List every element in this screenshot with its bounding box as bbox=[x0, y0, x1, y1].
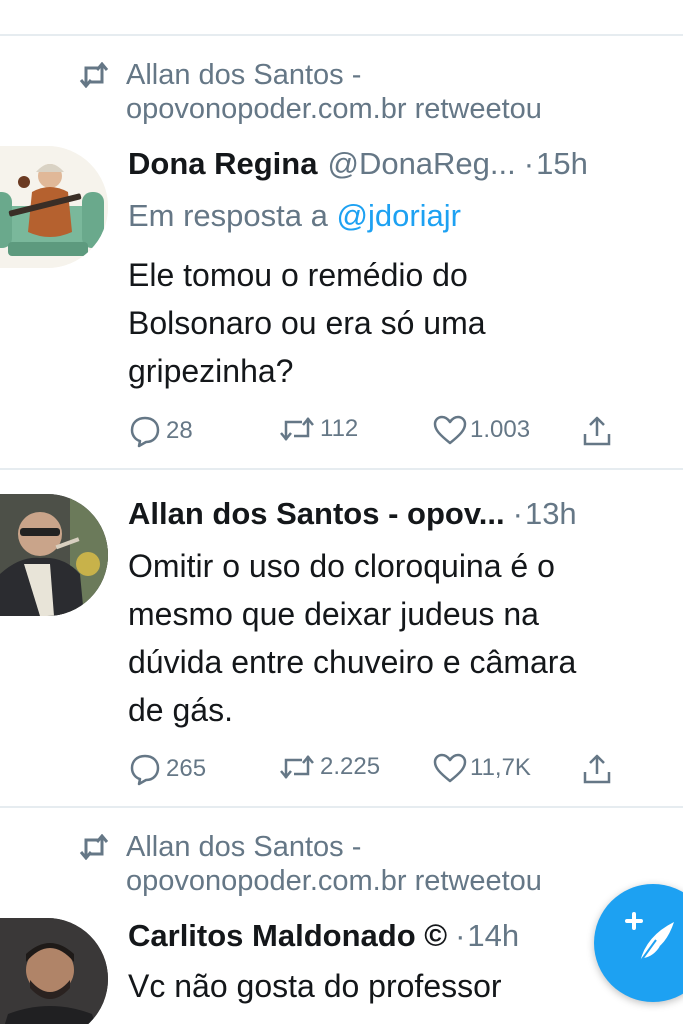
tweet-header: Allan dos Santos - opov... · 13h bbox=[128, 494, 577, 534]
retweet-indicator: Allan dos Santos - opovonopoder.com.br r… bbox=[78, 58, 542, 126]
retweet-by-line1: Allan dos Santos - bbox=[126, 59, 362, 91]
tweet-text: Omitir o uso do cloroquina é o mesmo que… bbox=[128, 548, 577, 728]
time-separator: · bbox=[512, 496, 523, 531]
like-count: 1.003 bbox=[470, 416, 531, 443]
reply-icon bbox=[130, 754, 160, 786]
retweet-icon bbox=[280, 755, 314, 779]
reply-count: 265 bbox=[166, 755, 207, 782]
avatar-photo-image bbox=[0, 918, 108, 1024]
reply-context: Em resposta a @jdoriajr bbox=[128, 196, 461, 236]
retweet-by-line2: opovonopoder.com.br retweetou bbox=[126, 93, 542, 125]
avatar-photo-image bbox=[0, 494, 108, 616]
retweet-icon bbox=[79, 834, 109, 860]
tweet-card[interactable]: Allan dos Santos - opov... · 13h Omitir … bbox=[0, 470, 683, 806]
avatar[interactable] bbox=[0, 494, 108, 616]
tweet-text: Vc não gosta do professor bbox=[128, 968, 502, 1004]
heart-icon bbox=[433, 753, 467, 783]
retweet-icon bbox=[280, 417, 314, 441]
share-button[interactable] bbox=[580, 752, 614, 786]
share-icon bbox=[583, 416, 611, 446]
retweet-indicator: Allan dos Santos - opovonopoder.com.br r… bbox=[78, 830, 542, 898]
reply-button[interactable]: 28 bbox=[128, 414, 193, 448]
author-name[interactable]: Carlitos Maldonado © bbox=[128, 916, 447, 956]
retweet-by-line1: Allan dos Santos - bbox=[126, 831, 362, 863]
avatar[interactable] bbox=[0, 918, 108, 1024]
reply-count: 28 bbox=[166, 417, 193, 444]
retweet-by-line2: opovonopoder.com.br retweetou bbox=[126, 865, 542, 897]
tweet-time: 14h bbox=[467, 918, 520, 953]
share-button[interactable] bbox=[580, 414, 614, 448]
tweet-card[interactable]: Allan dos Santos - opovonopoder.com.br r… bbox=[0, 808, 683, 1024]
tweet-actions: 28 112 1.003 bbox=[128, 414, 628, 450]
reply-button[interactable]: 265 bbox=[128, 752, 206, 786]
retweet-button[interactable]: 112 bbox=[278, 414, 358, 444]
reply-icon bbox=[130, 416, 160, 448]
heart-icon bbox=[433, 415, 467, 445]
tweet-header: Dona Regina @DonaReg... · 15h bbox=[128, 144, 588, 184]
reply-prefix: Em resposta a bbox=[128, 198, 337, 233]
retweet-count: 112 bbox=[320, 415, 359, 442]
tweet-card[interactable]: Allan dos Santos - opovonopoder.com.br r… bbox=[0, 36, 683, 468]
like-button[interactable]: 11,7K bbox=[432, 752, 531, 784]
tweet-time: 13h bbox=[524, 496, 577, 531]
retweet-icon bbox=[79, 62, 109, 88]
author-name[interactable]: Dona Regina bbox=[128, 144, 317, 184]
top-bar bbox=[0, 0, 683, 34]
avatar-armchair-lady-image bbox=[0, 146, 108, 268]
share-icon bbox=[583, 754, 611, 784]
compose-feather-icon bbox=[625, 912, 674, 963]
retweet-button[interactable]: 2.225 bbox=[278, 752, 380, 782]
tweet-header: Carlitos Maldonado © · 14h bbox=[128, 916, 519, 956]
tweet-text: Ele tomou o remédio do Bolsonaro ou era … bbox=[128, 257, 486, 389]
tweet-time: 15h bbox=[536, 146, 588, 181]
like-button[interactable]: 1.003 bbox=[432, 414, 530, 446]
retweet-count: 2.225 bbox=[320, 753, 381, 780]
like-count: 11,7K bbox=[470, 754, 531, 781]
author-name[interactable]: Allan dos Santos - opov... bbox=[128, 494, 505, 534]
time-separator: · bbox=[455, 918, 466, 953]
time-separator: · bbox=[523, 146, 535, 181]
author-handle[interactable]: @DonaReg... bbox=[327, 144, 515, 184]
reply-mention-link[interactable]: @jdoriajr bbox=[336, 198, 461, 233]
tweet-actions: 265 2.225 11,7K bbox=[128, 752, 628, 788]
avatar[interactable] bbox=[0, 146, 108, 268]
